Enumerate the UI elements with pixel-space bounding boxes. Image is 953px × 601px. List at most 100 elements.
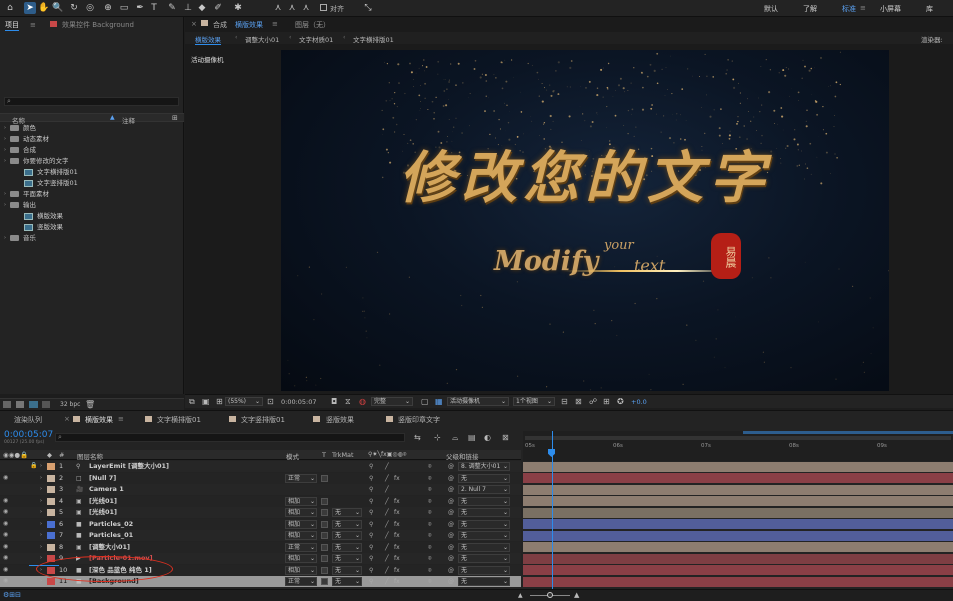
home-icon[interactable]: ⌂ xyxy=(4,2,16,14)
lock-icon[interactable] xyxy=(30,508,37,516)
audio-icon[interactable] xyxy=(12,474,19,482)
solo-icon[interactable] xyxy=(21,520,28,528)
label-color-swatch[interactable] xyxy=(47,498,55,505)
lock-icon[interactable] xyxy=(30,531,37,539)
zoom-navigator[interactable] xyxy=(525,436,951,440)
fx-switch-icon[interactable]: fx xyxy=(394,496,400,507)
track-matte-dropdown[interactable]: 无⌄ xyxy=(332,543,362,552)
frame-blending-icon[interactable]: ▤ xyxy=(468,433,476,442)
parent-dropdown[interactable]: 无⌄ xyxy=(458,554,510,563)
layer-search-input[interactable]: ⌕ xyxy=(55,433,405,442)
pick-whip-icon[interactable]: @ xyxy=(448,507,454,518)
blend-mode-dropdown[interactable]: 正常⌄ xyxy=(285,474,317,483)
blend-mode-dropdown[interactable]: 相加⌄ xyxy=(285,497,317,506)
eye-icon[interactable]: ◉ xyxy=(3,566,10,574)
draft-3d-icon[interactable]: ⊹ xyxy=(434,433,441,442)
close-icon[interactable]: × xyxy=(191,20,197,28)
project-folder-item[interactable]: ›颜色 xyxy=(0,123,184,134)
audio-icon[interactable] xyxy=(12,462,19,470)
fx-switch-icon[interactable]: fx xyxy=(394,553,400,564)
shy-switch-icon[interactable]: ⚲ xyxy=(369,565,373,576)
shy-switch-icon[interactable]: ⚲ xyxy=(369,473,373,484)
parent-dropdown[interactable]: 无⌄ xyxy=(458,520,510,529)
pick-whip-icon[interactable]: @ xyxy=(448,553,454,564)
work-area-bar[interactable] xyxy=(743,431,953,434)
chevron-right-icon[interactable]: › xyxy=(40,554,47,562)
interpret-footage-icon[interactable] xyxy=(3,401,11,408)
close-icon[interactable]: × xyxy=(64,415,70,423)
snapping-icon[interactable]: ⤡ xyxy=(362,2,374,14)
solo-icon[interactable] xyxy=(21,485,28,493)
col-parent[interactable]: 父级和链接 xyxy=(446,451,479,461)
layer-viewer-tab[interactable]: 图层（无） xyxy=(295,20,330,30)
pick-whip-icon[interactable]: @ xyxy=(448,542,454,553)
parent-dropdown[interactable]: 无⌄ xyxy=(458,497,510,506)
layer-duration-bar[interactable] xyxy=(523,554,953,564)
audio-icon[interactable] xyxy=(12,566,19,574)
axis-local-icon[interactable]: ⋏ xyxy=(272,2,284,14)
3d-layer-icon[interactable]: ⌾ xyxy=(428,484,432,495)
new-folder-icon[interactable] xyxy=(16,401,24,408)
layer-duration-bar[interactable] xyxy=(523,519,953,529)
layer-row[interactable]: ◉›8▣[调整大小01]正常⌄无⌄⚲╱fx⌾@无⌄ xyxy=(0,542,521,553)
3d-layer-icon[interactable]: ⌾ xyxy=(428,519,432,530)
pick-whip-icon[interactable]: @ xyxy=(448,496,454,507)
shy-switch-icon[interactable]: ⚲ xyxy=(369,542,373,553)
tab-timeline[interactable]: 文字横排版01 xyxy=(157,415,201,425)
tab-render-queue[interactable]: 渲染队列 xyxy=(14,415,42,425)
lock-icon[interactable] xyxy=(30,543,37,551)
preserve-transparency-checkbox[interactable] xyxy=(321,578,328,585)
zoom-tool-icon[interactable]: 🔍 xyxy=(52,2,64,14)
selection-tool-icon[interactable]: ➤ xyxy=(24,2,36,14)
eye-icon[interactable]: ◉ xyxy=(3,497,10,505)
eye-icon[interactable] xyxy=(3,485,10,493)
fx-switch-icon[interactable]: fx xyxy=(394,576,400,587)
3d-layer-icon[interactable]: ⌾ xyxy=(428,473,432,484)
project-folder-item[interactable]: ›输出 xyxy=(0,200,184,211)
chevron-right-icon[interactable]: › xyxy=(40,508,47,516)
3d-layer-icon[interactable]: ⌾ xyxy=(428,553,432,564)
switches-icon[interactable]: ⚲✷╲fx▣◎◍⌾ xyxy=(368,451,406,459)
fx-switch-icon[interactable]: fx xyxy=(394,530,400,541)
chevron-right-icon[interactable]: › xyxy=(40,485,47,493)
quality-switch-icon[interactable]: ╱ xyxy=(385,553,389,564)
chevron-right-icon[interactable]: › xyxy=(40,520,47,528)
parent-dropdown[interactable]: 无⌄ xyxy=(458,577,510,586)
parent-dropdown[interactable]: 8. 调整大小01⌄ xyxy=(458,462,510,471)
layer-name[interactable]: Particles_01 xyxy=(89,530,133,541)
fx-switch-icon[interactable]: fx xyxy=(394,473,400,484)
layer-row[interactable]: ◉›5▣[光线01]相加⌄无⌄⚲╱fx⌾@无⌄ xyxy=(0,507,521,518)
solo-icon[interactable] xyxy=(21,566,28,574)
fast-previews-icon[interactable]: ☍ xyxy=(589,397,597,406)
breadcrumb-item[interactable]: 横版效果 xyxy=(195,34,221,45)
pick-whip-icon[interactable]: @ xyxy=(448,461,454,472)
layer-duration-bar[interactable] xyxy=(523,473,953,483)
layer-duration-bar[interactable] xyxy=(523,542,953,552)
new-comp-icon[interactable] xyxy=(29,401,38,408)
layer-name[interactable]: [光线01] xyxy=(89,507,117,518)
quality-switch-icon[interactable]: ╱ xyxy=(385,519,389,530)
audio-icon[interactable] xyxy=(12,508,19,516)
parent-dropdown[interactable]: 2. Null 7⌄ xyxy=(458,485,510,494)
current-timecode[interactable]: 0:00:05:07 xyxy=(4,430,53,440)
region-of-interest-icon[interactable]: ▢ xyxy=(421,397,429,406)
workspace-standard[interactable]: 标准 xyxy=(842,4,856,14)
lock-icon[interactable] xyxy=(30,520,37,528)
chevron-right-icon[interactable]: › xyxy=(4,134,6,145)
lock-icon[interactable] xyxy=(30,497,37,505)
brush-tool-icon[interactable]: ✎ xyxy=(166,2,178,14)
pick-whip-icon[interactable]: @ xyxy=(448,576,454,587)
workspace-default[interactable]: 默认 xyxy=(764,4,778,14)
eye-icon[interactable]: ◉ xyxy=(3,531,10,539)
audio-icon[interactable] xyxy=(12,543,19,551)
layer-name[interactable]: [调整大小01] xyxy=(89,542,130,553)
3d-layer-icon[interactable]: ⌾ xyxy=(428,530,432,541)
shy-switch-icon[interactable]: ⚲ xyxy=(369,553,373,564)
parent-dropdown[interactable]: 无⌄ xyxy=(458,566,510,575)
quality-switch-icon[interactable]: ╱ xyxy=(385,542,389,553)
chevron-right-icon[interactable]: › xyxy=(4,156,6,167)
bpc-label[interactable]: 32 bpc xyxy=(60,401,80,408)
project-folder-item[interactable]: ›合成 xyxy=(0,145,184,156)
label-color-swatch[interactable] xyxy=(47,463,55,470)
fx-switch-icon[interactable]: fx xyxy=(394,565,400,576)
